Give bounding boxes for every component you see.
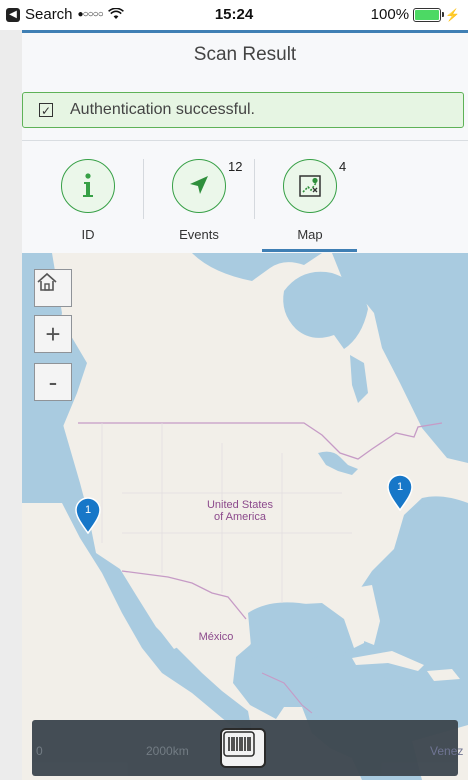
map-marker[interactable]: 1 (386, 473, 414, 511)
map-count-badge: 4 (339, 159, 347, 174)
auth-message: Authentication successful. (70, 101, 255, 118)
tab-divider (143, 159, 144, 219)
checkbox-icon: ✓ (39, 103, 53, 118)
page-title: Scan Result (193, 44, 297, 65)
map-marker[interactable]: 1 (74, 496, 102, 534)
scale-zero: 0 (36, 744, 43, 758)
tab-map-label: Map (297, 227, 323, 242)
bolt-icon: ⚡ (445, 7, 460, 22)
battery-icon (413, 7, 445, 22)
tab-events-label: Events (179, 227, 219, 242)
active-tab-indicator (262, 249, 357, 252)
tab-bar: ID Events 12 Map 4 (22, 140, 468, 254)
zoom-out-button[interactable]: - (34, 363, 72, 401)
bottom-action-bar: 0 2000km Venez (32, 720, 463, 776)
tab-id[interactable]: ID (43, 159, 133, 242)
marker-count: 1 (84, 504, 92, 516)
zoom-in-button[interactable]: + (34, 315, 72, 353)
header-accent-line (22, 30, 468, 33)
events-count-badge: 12 (228, 159, 243, 174)
tab-events[interactable]: Events 12 (154, 159, 244, 242)
map-label-mexico: México (198, 631, 234, 643)
tab-id-label: ID (81, 227, 95, 242)
map-icon (283, 159, 337, 213)
map-view[interactable]: + - United States of America México 1 1 … (22, 253, 468, 780)
map-label-usa: United States of America (206, 499, 274, 523)
status-bar: ◀ Search ●○○○○ 15:24 100% ⚡ (0, 0, 468, 30)
app-screen: Scan Result ✓ Authentication successful.… (22, 0, 468, 780)
map-home-button[interactable] (34, 269, 72, 307)
auth-message-strip: ✓ Authentication successful. (22, 92, 464, 128)
marker-count: 1 (396, 481, 404, 493)
barcode-icon (223, 731, 255, 757)
scan-button[interactable] (220, 728, 266, 768)
scale-distance: 2000km (146, 744, 189, 758)
battery-percent: 100% (370, 6, 410, 23)
tab-map[interactable]: Map 4 (265, 159, 355, 242)
status-right: 100% ⚡ (371, 6, 460, 23)
tab-divider (254, 159, 255, 219)
info-icon (61, 159, 115, 213)
map-edge-label-venezuela: Venez (430, 744, 464, 758)
location-arrow-icon (172, 159, 226, 213)
